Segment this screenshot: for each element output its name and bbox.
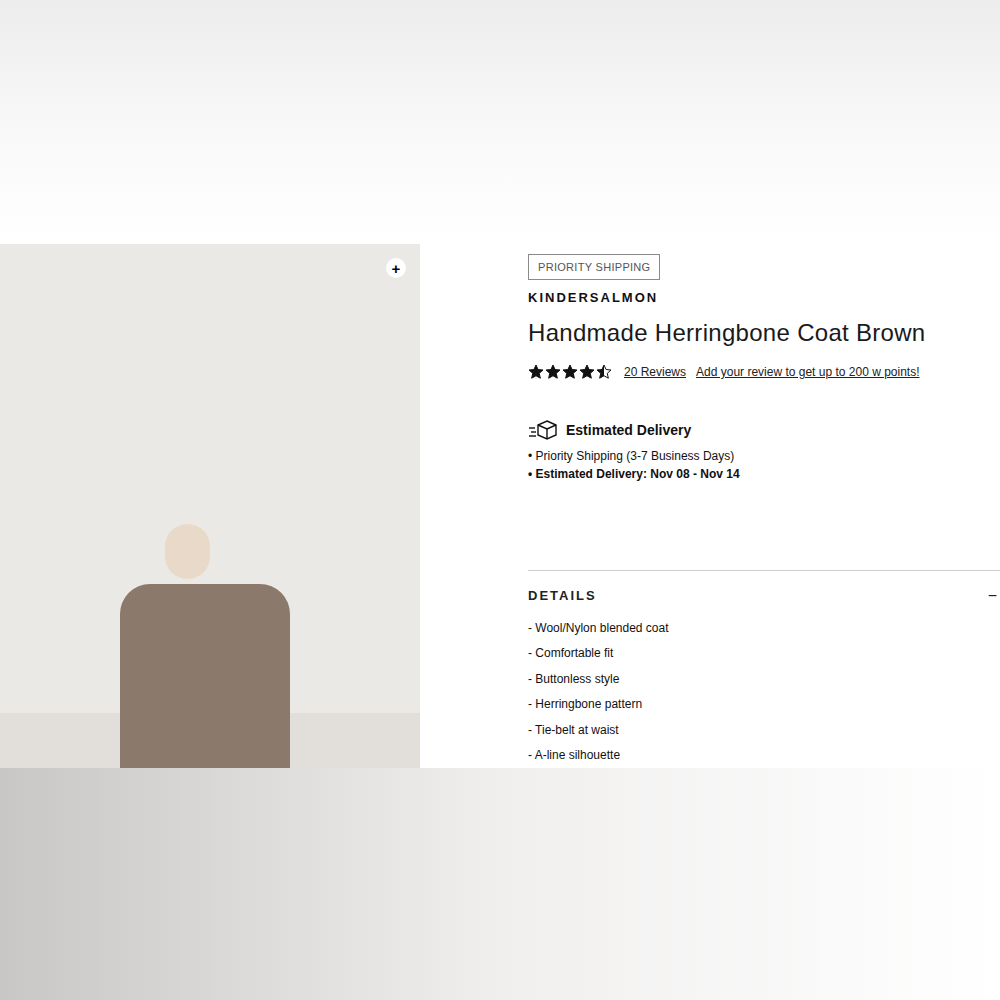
product-info: PRIORITY SHIPPING KINDERSALMON Handmade … [528, 244, 1000, 768]
detail-item: - Buttonless style [528, 667, 1000, 692]
star-icon [528, 364, 544, 380]
details-toggle[interactable]: − [988, 588, 997, 604]
star-icon [562, 364, 578, 380]
detail-item: - Comfortable fit [528, 641, 1000, 666]
brand-name[interactable]: KINDERSALMON [528, 290, 1000, 306]
review-prompt-link[interactable]: Add your review to get up to 200 w point… [696, 363, 919, 381]
delivery-box-icon [528, 419, 558, 441]
delivery-item: • Priority Shipping (3-7 Business Days) [528, 447, 1000, 465]
detail-item: - Wool/Nylon blended coat [528, 616, 1000, 641]
detail-item: - A-line silhouette [528, 743, 1000, 768]
detail-item: - Herringbone pattern [528, 692, 1000, 717]
zoom-button[interactable]: + [386, 258, 406, 278]
details-divider [528, 570, 1000, 571]
product-section: + PRIORITY SHIPPING KINDERSALMON Handmad… [0, 244, 1000, 768]
product-photo[interactable]: + [0, 244, 420, 768]
star-icon [579, 364, 595, 380]
details-heading[interactable]: DETAILS [528, 588, 597, 604]
delivery-heading-row: Estimated Delivery [528, 419, 1000, 441]
top-band [0, 0, 1000, 244]
shipping-badge: PRIORITY SHIPPING [528, 254, 660, 280]
details-list: - Wool/Nylon blended coat- Comfortable f… [528, 616, 1000, 768]
product-title: Handmade Herringbone Coat Brown [528, 318, 1000, 348]
star-rating [528, 364, 612, 380]
rating-row: 20 Reviews Add your review to get up to … [528, 363, 1000, 381]
delivery-heading: Estimated Delivery [566, 420, 691, 441]
delivery-item: • Estimated Delivery: Nov 08 - Nov 14 [528, 465, 1000, 483]
star-icon [545, 364, 561, 380]
star-icon [596, 364, 612, 380]
delivery-list: • Priority Shipping (3-7 Business Days)•… [528, 447, 1000, 483]
detail-item: - Tie-belt at waist [528, 718, 1000, 743]
reviews-link[interactable]: 20 Reviews [624, 363, 686, 381]
details-header[interactable]: DETAILS − [528, 588, 1000, 604]
bottom-band [0, 768, 1000, 1000]
